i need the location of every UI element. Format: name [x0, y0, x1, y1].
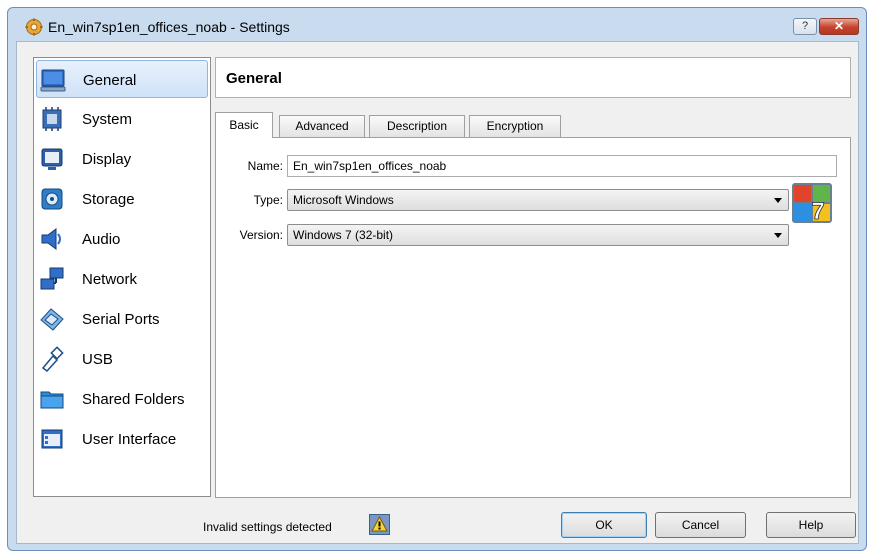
serial-ports-icon [40, 308, 64, 331]
chevron-down-icon [774, 233, 782, 238]
tab-description[interactable]: Description [369, 115, 465, 137]
cancel-button[interactable]: Cancel [655, 512, 746, 538]
sidebar-item-shared-folders[interactable]: Shared Folders [36, 380, 208, 418]
sidebar-item-label: General [83, 72, 137, 89]
name-label: Name: [247, 159, 283, 173]
sidebar-item-label: Storage [82, 191, 135, 208]
title-help-button[interactable]: ? [793, 18, 817, 35]
usb-icon [41, 346, 64, 372]
system-icon [42, 107, 62, 131]
settings-window: En_win7sp1en_offices_noab - Settings ? ✕… [7, 7, 867, 551]
sidebar-item-network[interactable]: Network [36, 260, 208, 298]
sidebar-item-label: Display [82, 151, 132, 168]
settings-sidebar: General System Display Storage Audio Net… [33, 57, 211, 497]
virtualbox-gear-icon [25, 18, 43, 36]
sidebar-item-label: USB [82, 351, 113, 368]
warning-icon[interactable] [369, 514, 390, 535]
windows-7-logo-icon: 7 [792, 183, 832, 223]
general-icon [40, 69, 66, 92]
help-button[interactable]: Help [766, 512, 856, 538]
version-label: Version: [239, 228, 283, 242]
os-logo-text: 7 [811, 198, 824, 223]
version-select-value: Windows 7 (32-bit) [293, 228, 394, 242]
sidebar-item-label: Audio [82, 231, 121, 248]
storage-icon [41, 188, 63, 210]
user-interface-icon [41, 429, 63, 449]
type-select-value: Microsoft Windows [293, 193, 394, 207]
chevron-down-icon [774, 198, 782, 203]
sidebar-item-label: Shared Folders [82, 391, 185, 408]
sidebar-item-general[interactable]: General [36, 60, 208, 98]
display-icon [41, 148, 63, 170]
sidebar-item-system[interactable]: System [36, 100, 208, 138]
dialog-body: General System Display Storage Audio Net… [16, 41, 859, 544]
type-select[interactable]: Microsoft Windows [287, 189, 789, 211]
tab-encryption[interactable]: Encryption [469, 115, 561, 137]
sidebar-item-audio[interactable]: Audio [36, 220, 208, 258]
sidebar-item-user-interface[interactable]: User Interface [36, 420, 208, 458]
version-select[interactable]: Windows 7 (32-bit) [287, 224, 789, 246]
ok-button[interactable]: OK [561, 512, 647, 538]
sidebar-item-label: Network [82, 271, 138, 288]
sidebar-item-serial-ports[interactable]: Serial Ports [36, 300, 208, 338]
title-close-button[interactable]: ✕ [819, 18, 859, 35]
page-title: General [226, 70, 282, 87]
sidebar-item-label: System [82, 111, 133, 128]
sidebar-item-usb[interactable]: USB [36, 340, 208, 378]
audio-icon [41, 228, 61, 250]
status-message: Invalid settings detected [203, 520, 332, 534]
sidebar-item-display[interactable]: Display [36, 140, 208, 178]
title-bar[interactable]: En_win7sp1en_offices_noab - Settings ? ✕ [8, 8, 866, 40]
sidebar-item-storage[interactable]: Storage [36, 180, 208, 218]
page-header: General [215, 57, 851, 98]
sidebar-item-label: Serial Ports [82, 311, 160, 328]
window-title: En_win7sp1en_offices_noab - Settings [48, 19, 290, 35]
name-field[interactable]: En_win7sp1en_offices_noab [287, 155, 837, 177]
network-icon [40, 267, 64, 290]
type-label: Type: [253, 193, 283, 207]
sidebar-item-label: User Interface [82, 431, 177, 448]
tab-basic[interactable]: Basic [215, 112, 273, 138]
tab-advanced[interactable]: Advanced [279, 115, 365, 137]
shared-folders-icon [40, 391, 64, 409]
